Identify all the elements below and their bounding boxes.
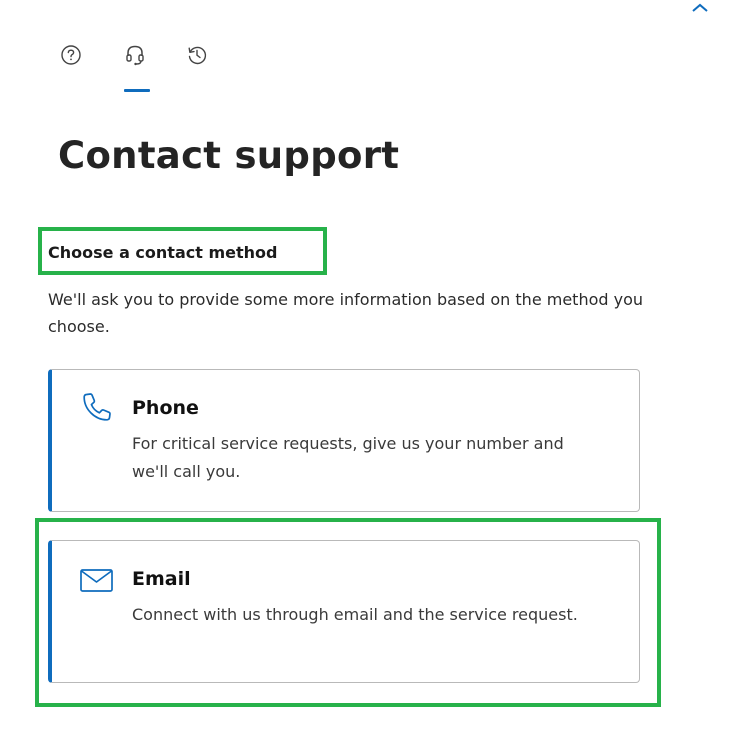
phone-method-card[interactable]: Phone For critical service requests, giv… xyxy=(48,369,640,512)
tab-history[interactable] xyxy=(184,44,210,70)
tab-help[interactable] xyxy=(58,44,84,70)
headset-icon xyxy=(124,43,146,71)
contact-method-heading: Choose a contact method xyxy=(48,243,278,262)
email-method-card[interactable]: Email Connect with us through email and … xyxy=(48,540,640,683)
phone-method-description: For critical service requests, give us y… xyxy=(132,434,564,481)
page-title: Contact support xyxy=(58,134,400,177)
phone-method-title: Phone xyxy=(132,397,199,419)
mail-icon xyxy=(78,561,114,597)
chevron-up-icon[interactable] xyxy=(690,0,710,12)
email-method-title: Email xyxy=(132,568,191,590)
selected-tab-indicator xyxy=(124,89,150,92)
contact-support-panel: Contact support Choose a contact method … xyxy=(0,0,730,735)
contact-method-description: We'll ask you to provide some more infor… xyxy=(48,290,644,336)
history-icon xyxy=(186,44,208,70)
phone-icon xyxy=(78,390,114,426)
email-method-description: Connect with us through email and the se… xyxy=(132,605,578,624)
help-icon xyxy=(60,44,82,70)
tab-contact-support[interactable] xyxy=(122,44,148,70)
